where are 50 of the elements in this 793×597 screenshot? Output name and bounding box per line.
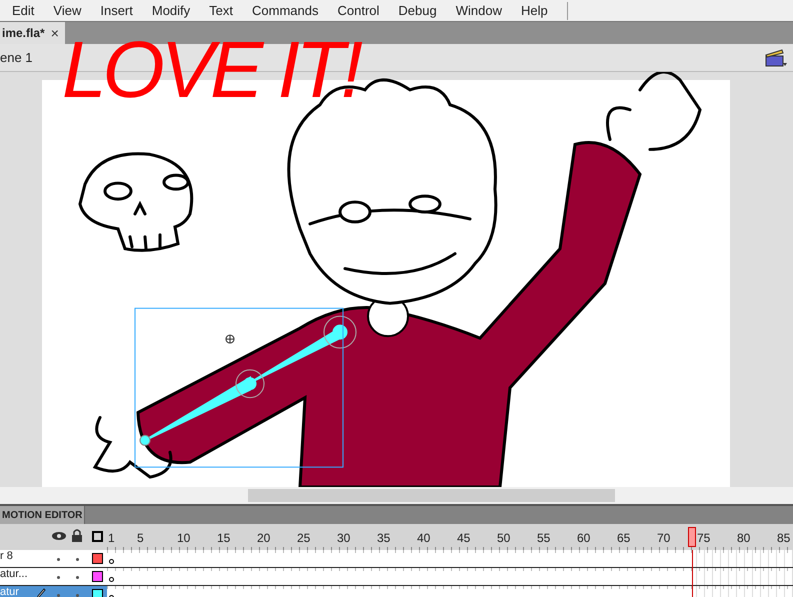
frame-number: 80 (737, 530, 750, 547)
keyframe-marker (109, 559, 114, 564)
frame-number: 15 (217, 530, 230, 547)
frame-number: 40 (417, 530, 430, 547)
layer-name: atur... (0, 569, 28, 580)
playhead-marker[interactable] (688, 527, 696, 547)
frame-number: 5 (137, 530, 144, 547)
keyframe-marker (109, 577, 114, 582)
frame-number: 25 (297, 530, 310, 547)
frame-number: 10 (177, 530, 190, 547)
menu-item[interactable]: Commands (252, 0, 318, 20)
menu-item[interactable]: Control (337, 0, 380, 20)
frame-number: 70 (657, 530, 670, 547)
layer-color-swatch[interactable] (92, 571, 103, 582)
menu-item[interactable]: Modify (152, 0, 190, 20)
scene-label[interactable]: ene 1 (0, 48, 33, 68)
eye-icon[interactable] (52, 531, 66, 541)
frame-number: 45 (457, 530, 470, 547)
lock-icon[interactable] (72, 529, 82, 542)
menu-item[interactable]: Edit (12, 0, 34, 20)
handwritten-note: LOVE IT! (62, 25, 359, 114)
panel-tab[interactable]: MOTION EDITOR (0, 506, 86, 524)
layer-color-swatch[interactable] (92, 589, 103, 597)
menu-item[interactable]: Text (209, 0, 234, 20)
layer-color-swatch[interactable] (92, 553, 103, 564)
outline-icon[interactable] (92, 531, 103, 542)
scrollbar-thumb[interactable] (248, 489, 615, 502)
menu-item[interactable]: Insert (100, 0, 133, 20)
layer-name: r 8 (0, 551, 13, 562)
menu-item[interactable]: View (53, 0, 82, 20)
frame-number: 50 (497, 530, 510, 547)
frame-number: 85 (777, 530, 790, 547)
frame-number: 1 (108, 530, 115, 547)
frame-number: 20 (257, 530, 270, 547)
frame-number: 60 (577, 530, 590, 547)
frame-number: 65 (617, 530, 630, 547)
clapperboard-icon[interactable] (764, 48, 788, 66)
frame-number: 75 (697, 530, 710, 547)
playhead-line (692, 550, 694, 597)
menu-item[interactable]: Debug (398, 0, 437, 20)
menu-item[interactable]: Window (456, 0, 502, 20)
frame-number: 55 (537, 530, 550, 547)
menu-item[interactable]: Help (520, 0, 548, 20)
tab-title: ime.fla* (2, 25, 45, 42)
layer-name: atur (0, 587, 19, 597)
close-button[interactable]: × (50, 22, 59, 44)
document-tab[interactable]: ime.fla* × (0, 22, 65, 44)
pencil-icon (36, 588, 46, 597)
frame-number: 30 (337, 530, 350, 547)
frame-number: 35 (377, 530, 390, 547)
